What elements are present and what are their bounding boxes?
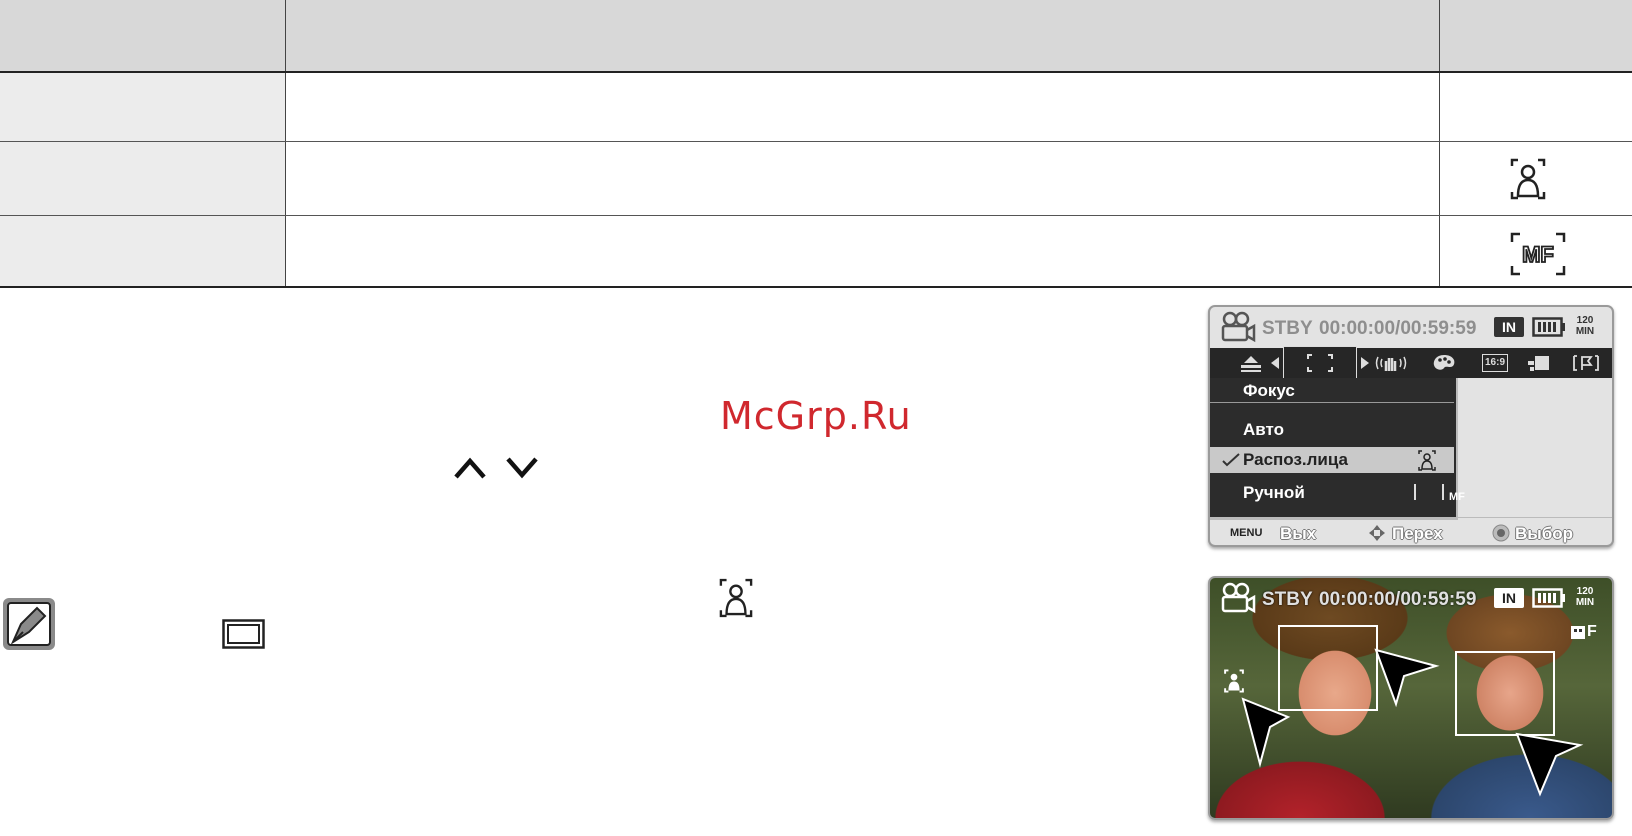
- scene-icon[interactable]: [1240, 353, 1262, 373]
- table-cell: [0, 73, 286, 141]
- battery-icon: [1532, 317, 1565, 337]
- menu-title-label: Фокус: [1243, 381, 1295, 400]
- status-bar: STBY 00:00:00/00:59:59 IN 120 MIN: [1210, 307, 1612, 347]
- timecode: 00:00:00/00:59:59: [1319, 318, 1477, 339]
- select-hint: Выбор: [1515, 524, 1574, 543]
- table-cell: MF: [1439, 216, 1630, 286]
- menu-item-label: Распоз.лица: [1243, 450, 1348, 469]
- menu-item-label: Авто: [1243, 420, 1284, 439]
- table-cell: [0, 216, 286, 286]
- mf-label: MF: [1522, 242, 1554, 267]
- storage-badge: IN: [1494, 317, 1524, 337]
- table-cell: [1439, 73, 1630, 141]
- table-row: MF: [0, 216, 1632, 288]
- display-icon: [222, 619, 265, 649]
- table-cell: [1439, 142, 1630, 215]
- table-header-row: [0, 0, 1632, 73]
- table-cell: [286, 73, 1438, 141]
- menu-footer: MENU Вых Перех Выбор: [1210, 517, 1612, 545]
- aspect-16-9-icon[interactable]: 16:9: [1482, 354, 1508, 372]
- table-cell: [286, 216, 1438, 286]
- face-detection-icon: [1510, 158, 1546, 200]
- chevron-down-icon: [506, 457, 538, 479]
- exit-hint: Вых: [1280, 524, 1317, 543]
- aspect-16-9-label: 16:9: [1484, 357, 1505, 368]
- remaining-time-unit: MIN: [1575, 326, 1595, 337]
- direction-pad-icon: [1369, 525, 1385, 541]
- menu-item-auto[interactable]: Авто: [1210, 415, 1454, 443]
- table-row: [0, 142, 1632, 216]
- color-palette-icon[interactable]: [1432, 353, 1456, 373]
- ok-button-icon: [1492, 524, 1510, 542]
- table-header-cell-1: [0, 0, 286, 71]
- table-cell: [286, 142, 1438, 215]
- menu-item-face-detection[interactable]: Распоз.лица: [1210, 447, 1454, 473]
- lcd-focus-menu-screen: STBY 00:00:00/00:59:59 IN 120 MIN 16:9 Ф…: [1208, 305, 1614, 547]
- focus-icon: [1307, 354, 1333, 372]
- remaining-time-value: 120: [1576, 315, 1594, 326]
- storage-label: IN: [1502, 319, 1516, 335]
- digital-effect-icon[interactable]: [1526, 353, 1550, 373]
- remaining-time: 120 MIN: [1573, 315, 1597, 337]
- menu-item-label: Ручной: [1243, 483, 1305, 502]
- tab-left-arrow-icon[interactable]: [1270, 356, 1280, 370]
- camcorder-icon: [1221, 311, 1256, 343]
- manual-focus-icon: MF: [1510, 232, 1566, 276]
- menu-item-manual[interactable]: Ручной MF: [1210, 478, 1465, 506]
- mf-label: MF: [1449, 491, 1465, 503]
- tab-focus[interactable]: [1283, 346, 1357, 379]
- note-icon: [3, 598, 55, 650]
- menu-tab-bar: 16:9: [1210, 346, 1612, 379]
- focus-menu: Фокус Авто Распоз.лица Ручной MF: [1210, 378, 1465, 520]
- face-detection-icon: [1418, 450, 1436, 471]
- watermark: McGrp.Ru: [720, 394, 912, 438]
- move-hint: Перех: [1392, 524, 1443, 543]
- callout-arrow: [1241, 697, 1291, 768]
- mode-indicator: STBY: [1262, 318, 1313, 339]
- chevron-up-icon: [454, 457, 486, 479]
- flag-icon[interactable]: [1572, 353, 1600, 373]
- table-row: [0, 73, 1632, 142]
- anti-shake-icon[interactable]: [1375, 353, 1407, 373]
- face-detection-preview-screen: STBY 00:00:00/00:59:59 IN 120 MIN F: [1208, 576, 1614, 820]
- menu-title: Фокус: [1210, 378, 1454, 403]
- table-cell: [0, 142, 286, 215]
- callout-arrows: [1241, 648, 1584, 797]
- callout-arrow: [1515, 732, 1584, 797]
- callout-arrow: [1374, 648, 1440, 708]
- menu-key-label: MENU: [1230, 527, 1263, 539]
- manual-focus-icon: MF: [1414, 484, 1465, 503]
- tab-right-arrow-icon[interactable]: [1360, 356, 1370, 370]
- face-detection-icon: [719, 578, 753, 618]
- checkmark-icon: [1222, 453, 1240, 467]
- table-header-cell-2: [286, 0, 1438, 71]
- table-header-cell-3: [1439, 0, 1630, 71]
